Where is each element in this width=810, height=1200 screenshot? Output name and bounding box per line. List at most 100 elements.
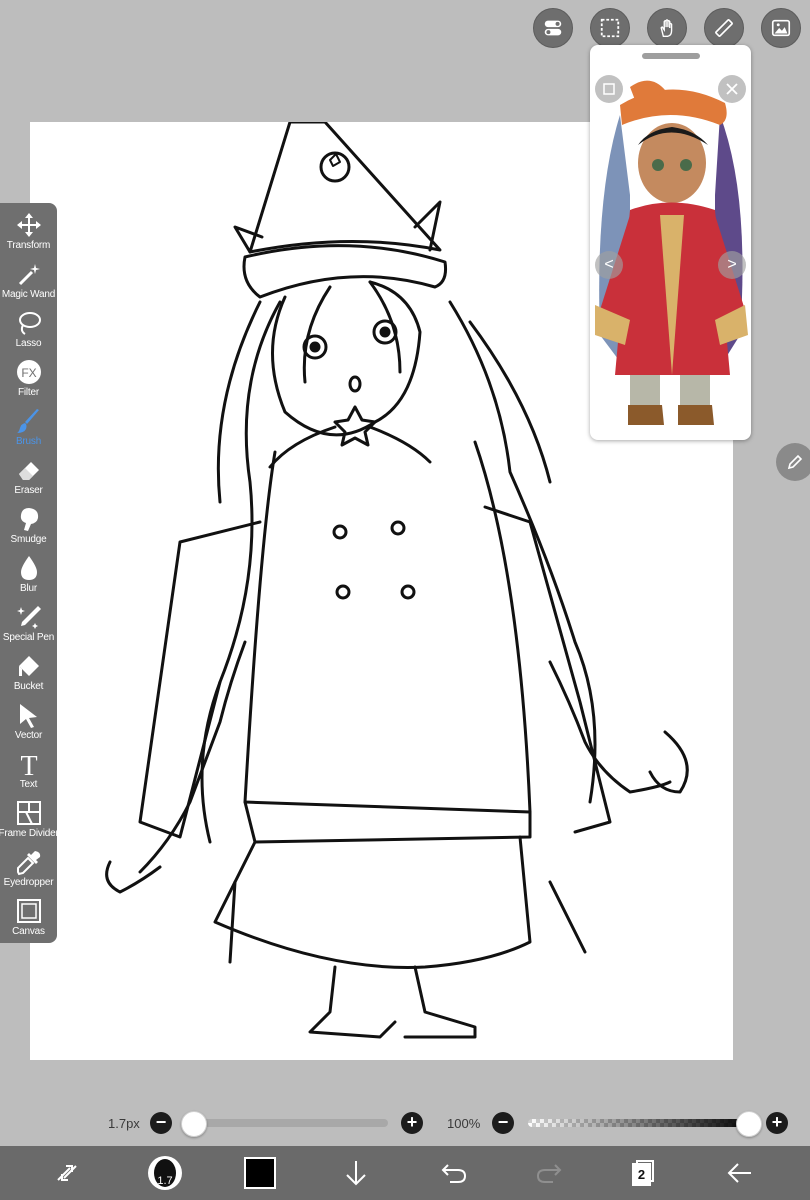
- toggle-icon: [544, 20, 562, 36]
- text-icon-text: T: [20, 751, 37, 778]
- tool-eyedropper[interactable]: Eyedropper: [0, 844, 57, 893]
- arrow-down-icon: [346, 1161, 366, 1186]
- canvas-icon: [16, 899, 41, 923]
- tool-palette: Transform Magic Wand Lasso FX Filter Bru…: [0, 203, 59, 943]
- smudge-icon: [20, 508, 38, 531]
- tool-smudge[interactable]: Smudge: [0, 501, 57, 550]
- tool-label: Brush: [15, 436, 42, 447]
- plus-icon: +: [406, 1112, 418, 1132]
- ruler-button[interactable]: [704, 8, 744, 48]
- chevron-left-icon: <: [604, 256, 614, 273]
- brush-size-decrease-button[interactable]: −: [150, 1112, 172, 1134]
- layers-button[interactable]: 2: [626, 1146, 662, 1200]
- plus-icon: +: [771, 1112, 783, 1132]
- tool-label: Filter: [17, 387, 40, 398]
- tool-label: Eraser: [14, 485, 43, 496]
- brush-preview-size: 1.7: [157, 1175, 173, 1187]
- opacity-decrease-button[interactable]: −: [492, 1112, 514, 1134]
- tool-frame-divider[interactable]: Frame Divider: [0, 795, 59, 844]
- lasso-icon: [18, 312, 41, 335]
- magic-wand-icon: [18, 264, 40, 286]
- opacity-thumb[interactable]: [736, 1111, 762, 1137]
- transform-icon: [16, 213, 41, 237]
- download-button[interactable]: [338, 1146, 374, 1200]
- reference-window[interactable]: < >: [590, 45, 751, 440]
- tool-label: Bucket: [13, 681, 44, 692]
- pencil-icon: [787, 454, 803, 470]
- tool-eraser[interactable]: Eraser: [0, 452, 57, 501]
- hand-button[interactable]: [647, 8, 687, 48]
- tool-lasso[interactable]: Lasso: [0, 305, 57, 354]
- redo-icon: [536, 1164, 562, 1183]
- image-icon: [771, 19, 791, 37]
- tool-label: Blur: [20, 583, 37, 594]
- layer-count: 2: [632, 1163, 651, 1186]
- brush-size-increase-button[interactable]: +: [401, 1112, 423, 1134]
- swap-icon: [57, 1165, 77, 1181]
- close-icon: [726, 83, 738, 95]
- brush-size-slider[interactable]: [186, 1119, 388, 1127]
- arrow-left-icon: [727, 1163, 751, 1183]
- bucket-icon: [18, 656, 39, 676]
- opacity-slider[interactable]: [528, 1119, 754, 1127]
- tool-label: Frame Divider: [0, 828, 59, 839]
- brush-icon: [16, 409, 39, 433]
- reference-drag-handle[interactable]: [642, 53, 700, 59]
- reference-crop-button[interactable]: [595, 75, 623, 103]
- filter-icon: FX: [16, 360, 41, 384]
- tool-label: Lasso: [15, 338, 42, 349]
- quick-pen-button[interactable]: [776, 443, 810, 481]
- redo-button[interactable]: [531, 1146, 567, 1200]
- eyedropper-icon: [16, 851, 40, 876]
- tool-canvas[interactable]: Canvas: [0, 893, 57, 942]
- tool-label: Magic Wand: [1, 289, 56, 300]
- opacity-increase-button[interactable]: +: [766, 1112, 788, 1134]
- current-color-swatch: [244, 1157, 276, 1189]
- tool-label: Text: [19, 779, 38, 790]
- tool-label: Transform: [6, 240, 51, 251]
- brush-preview: 1.7: [148, 1156, 182, 1190]
- text-icon: T: [20, 751, 37, 778]
- color-button[interactable]: [240, 1146, 280, 1200]
- tool-magic-wand[interactable]: Magic Wand: [0, 256, 57, 305]
- frame-divider-icon: [16, 801, 41, 825]
- tool-special-pen[interactable]: Special Pen: [0, 599, 57, 648]
- image-button[interactable]: [761, 8, 801, 48]
- tool-blur[interactable]: Blur: [0, 550, 57, 599]
- tool-label: Smudge: [10, 534, 47, 545]
- selection-button[interactable]: [590, 8, 630, 48]
- selection-icon: [600, 18, 620, 38]
- tool-label: Canvas: [12, 926, 45, 937]
- tool-label: Eyedropper: [3, 877, 54, 888]
- tool-filter[interactable]: FX Filter: [0, 354, 57, 403]
- swap-button[interactable]: [45, 1146, 89, 1200]
- tool-vector[interactable]: Vector: [0, 697, 57, 746]
- layers-icon: 2: [632, 1160, 656, 1186]
- brush-settings-button[interactable]: 1.7: [143, 1146, 187, 1200]
- tool-text[interactable]: T Text: [0, 746, 57, 795]
- minus-icon: −: [497, 1112, 509, 1132]
- undo-icon: [441, 1164, 467, 1183]
- tool-label: Special Pen: [2, 632, 55, 643]
- crop-icon: [603, 83, 615, 95]
- undo-button[interactable]: [436, 1146, 472, 1200]
- tool-brush[interactable]: Brush: [0, 403, 57, 452]
- filter-icon-text: FX: [21, 366, 36, 380]
- tool-transform[interactable]: Transform: [0, 207, 57, 256]
- chevron-right-icon: >: [727, 256, 737, 273]
- tool-bucket[interactable]: Bucket: [0, 648, 57, 697]
- brush-size-value: 1.7px: [108, 1116, 140, 1131]
- reference-next-button[interactable]: >: [718, 251, 746, 279]
- tool-label: Vector: [14, 730, 43, 741]
- opacity-value: 100%: [447, 1116, 481, 1131]
- ruler-icon: [715, 19, 733, 37]
- special-pen-icon: [16, 606, 41, 629]
- reference-close-button[interactable]: [718, 75, 746, 103]
- brush-size-thumb[interactable]: [181, 1111, 207, 1137]
- layers-toggle-button[interactable]: [533, 8, 573, 48]
- bottom-bar: 1.7 2: [0, 1146, 810, 1200]
- back-button[interactable]: [722, 1146, 758, 1200]
- blur-icon: [20, 556, 37, 580]
- eraser-icon: [18, 462, 39, 480]
- reference-prev-button[interactable]: <: [595, 251, 623, 279]
